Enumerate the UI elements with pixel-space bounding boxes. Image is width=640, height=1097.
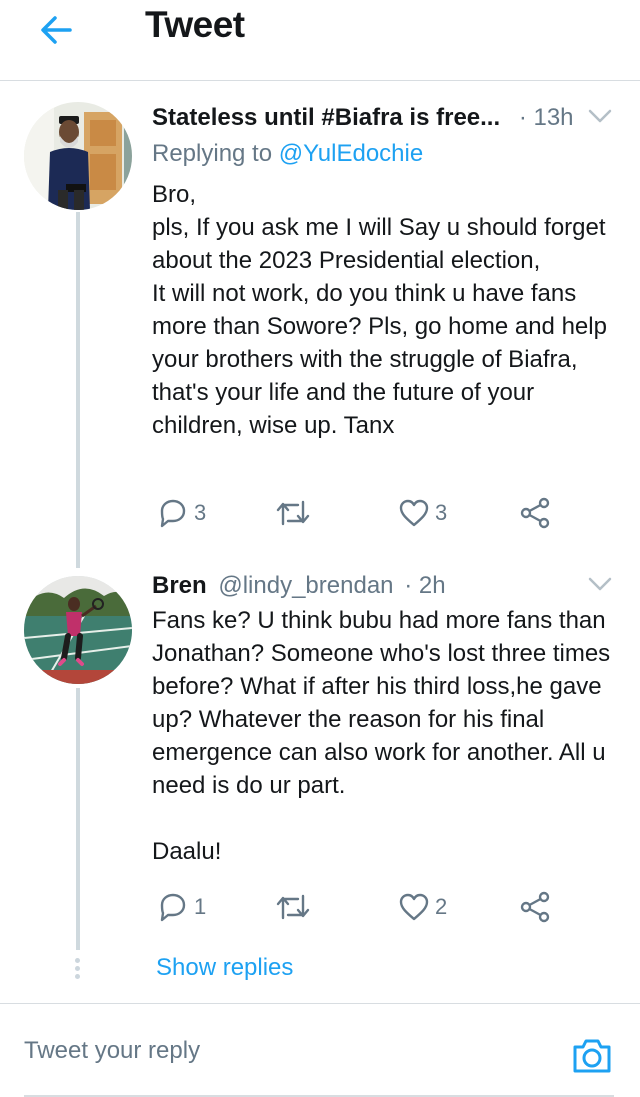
timestamp: · 2h (404, 572, 446, 599)
timestamp: · 13h (518, 104, 574, 131)
tweet-text: Bro, pls, If you ask me I will Say u sho… (152, 181, 607, 439)
reply-count: 1 (194, 894, 207, 919)
top-bar: Tweet (0, 0, 640, 81)
handle[interactable]: @lindy_brendan (218, 572, 393, 599)
reply-compose-bar: Tweet your reply (0, 1003, 640, 1097)
show-replies-link[interactable]: Show replies (156, 954, 293, 982)
back-arrow-icon[interactable] (36, 10, 76, 50)
like-button[interactable]: 3 (397, 496, 447, 530)
retweet-button[interactable] (274, 496, 316, 530)
share-icon (520, 891, 550, 923)
retweet-button[interactable] (274, 890, 316, 924)
thread-dots (75, 958, 81, 982)
reply-count: 3 (194, 500, 207, 525)
thread-line (76, 688, 80, 950)
replying-prefix: Replying to (152, 140, 279, 167)
heart-icon (399, 893, 429, 921)
display-name[interactable]: Bren (152, 572, 207, 599)
tweet-text: Fans ke? U think bubu had more fans than… (152, 607, 611, 865)
share-button[interactable] (518, 890, 552, 924)
mention-link[interactable]: @YulEdochie (279, 140, 423, 167)
page-title: Tweet (145, 4, 245, 45)
chevron-down-icon[interactable] (587, 107, 613, 125)
reply-button[interactable]: 3 (156, 496, 206, 530)
retweet-icon (276, 894, 310, 920)
tweet-header: Stateless until #Biafra is free... · 13h (152, 104, 574, 132)
reply-button[interactable]: 1 (156, 890, 206, 924)
display-name[interactable]: Stateless until #Biafra is free... (152, 104, 500, 131)
like-button[interactable]: 2 (397, 890, 447, 924)
share-icon (520, 497, 550, 529)
reply-input[interactable]: Tweet your reply (24, 1037, 200, 1065)
like-count: 2 (435, 894, 448, 919)
camera-icon[interactable] (571, 1035, 613, 1077)
avatar[interactable] (24, 576, 132, 684)
like-count: 3 (435, 500, 448, 525)
replying-to: Replying to @YulEdochie (152, 140, 423, 168)
heart-icon (399, 499, 429, 527)
tweet-header: Bren @lindy_brendan · 2h (152, 572, 446, 600)
thread-line (76, 212, 80, 568)
chevron-down-icon[interactable] (587, 575, 613, 593)
reply-icon (160, 893, 186, 922)
share-button[interactable] (518, 496, 552, 530)
avatar[interactable] (24, 102, 132, 210)
reply-icon (160, 499, 186, 528)
retweet-icon (276, 500, 310, 526)
